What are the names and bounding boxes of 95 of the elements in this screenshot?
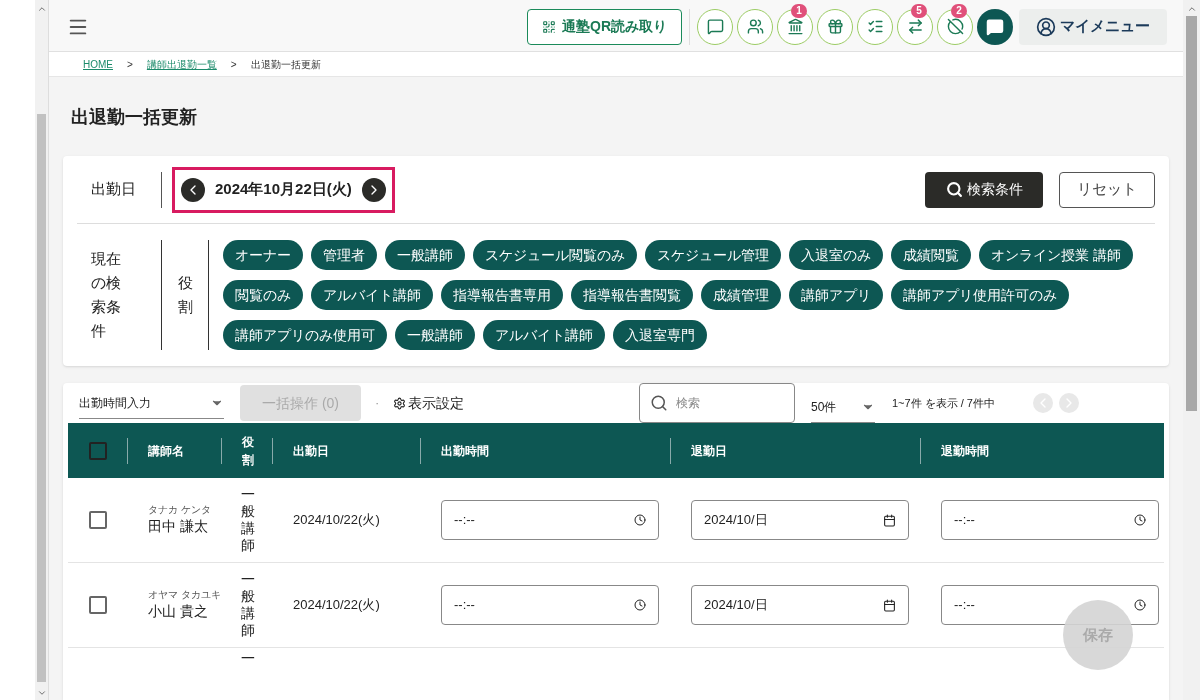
icon-button[interactable] <box>737 8 773 45</box>
notification-badge: 1 <box>791 3 807 18</box>
next-day-icon[interactable] <box>361 177 386 202</box>
teacher-name: 田中 謙太 <box>148 516 209 536</box>
page-title: 出退勤一括更新 <box>71 106 198 129</box>
qr-code-icon <box>542 19 556 34</box>
role-text: 一般講師 <box>240 486 255 554</box>
breadcrumb-text: > <box>230 57 237 72</box>
calendar-icon <box>883 513 896 527</box>
role-tag: 閲覧のみ <box>223 280 303 310</box>
search-conditions-button[interactable]: 検索条件 <box>925 171 1043 208</box>
checklist-icon <box>866 18 884 35</box>
clock-icon <box>1134 599 1146 611</box>
role-tag: 入退室のみ <box>789 240 883 270</box>
role-text: 一般講師 <box>240 571 255 639</box>
role-tag: 一般講師 <box>395 320 475 350</box>
search-icon <box>650 394 668 412</box>
search-field[interactable]: 検索 <box>639 383 795 423</box>
clock-out-date-field[interactable]: 2024/10/日 <box>691 585 909 625</box>
building-icon <box>786 18 804 35</box>
breadcrumb-link[interactable]: HOME <box>83 56 113 72</box>
row-checkbox[interactable] <box>89 596 107 614</box>
name-reading: タナカ ケンタ <box>148 503 212 516</box>
search-icon <box>945 181 963 198</box>
clock-in-time-field[interactable]: --:-- <box>441 585 659 625</box>
breadcrumb-text: > <box>127 57 133 72</box>
notification-badge: 2 <box>951 3 967 18</box>
clock-icon <box>634 514 646 526</box>
role-tag: 指導報告書閲覧 <box>571 280 693 310</box>
role-tag: アルバイト講師 <box>483 320 605 350</box>
settings-icon <box>393 396 407 410</box>
chat-icon <box>986 17 1004 36</box>
role-tag: 一般講師 <box>385 240 465 270</box>
crossed-circle-icon <box>946 18 964 35</box>
role-tag: アルバイト講師 <box>311 280 433 310</box>
select-all-checkbox[interactable] <box>88 441 107 460</box>
chat-button[interactable] <box>977 8 1013 45</box>
role-tag: オンライン授業 講師 <box>979 240 1133 270</box>
arrows-icon <box>906 18 924 35</box>
role-tag: 講師アプリ <box>789 280 883 310</box>
scroll-down-icon[interactable] <box>36 688 47 698</box>
table-header: 講師名 役割 出勤日 出勤時間 退勤日 退勤時間 <box>68 423 1164 478</box>
role-tag: 管理者 <box>311 240 377 270</box>
notification-badge: 5 <box>911 3 927 18</box>
column-header: 出勤日 <box>293 442 329 460</box>
clock-in-time-field[interactable]: --:-- <box>441 500 659 540</box>
role-tag: 指導報告書専用 <box>441 280 563 310</box>
mode-select[interactable]: 出勤時間入力 <box>79 387 224 419</box>
column-header: 講師名 <box>148 442 184 460</box>
display-settings-button[interactable]: 表示設定 <box>393 392 465 414</box>
role-tag: 成績管理 <box>701 280 781 310</box>
role-tag: 講師アプリのみ使用可 <box>223 320 387 350</box>
separator-dot: · <box>375 394 380 413</box>
role-tag: 講師アプリ使用許可のみ <box>891 280 1069 310</box>
role-tag: オーナー <box>223 240 303 270</box>
search-card: 出勤日 2024年10月22日(火) 検索条件 リセット 現在の検索条件 役割 オーナー 管理者 一般講師 スケジュール閲覧のみ スケジュール管理 入退室のみ 成績閲覧 オンライン授業 講師 閲覧のみ アルバイト講師 指導報告書専用 指導報告書閲覧 成績管理 講師アプリ 講師アプリ使用許可のみ 講師アプリのみ使用可 一般講師 アルバイト講師 入退室専門 <box>63 156 1169 366</box>
role-text: 一 <box>240 650 255 667</box>
attendance-date: 2024/10/22(火) <box>293 597 380 613</box>
breadcrumb-link[interactable]: 講師出退勤一覧 <box>146 56 217 72</box>
name-reading: オヤマ タカユキ <box>148 588 222 601</box>
role-tag: 成績閲覧 <box>891 240 971 270</box>
qr-scan-button[interactable]: 通塾QR読み取り <box>527 8 682 45</box>
date-label: 出勤日 <box>90 179 137 200</box>
teacher-name: 小山 貴之 <box>148 601 209 621</box>
breadcrumb-text: 出退勤一括更新 <box>250 57 321 72</box>
selected-date: 2024年10月22日(火) <box>215 179 352 200</box>
calendar-icon <box>883 598 896 612</box>
clock-icon <box>1134 514 1146 526</box>
column-header: 出勤時間 <box>441 442 489 460</box>
date-picker[interactable]: 2024年10月22日(火) <box>172 166 395 213</box>
column-header: 退勤時間 <box>941 442 989 460</box>
clock-out-time-field[interactable]: --:-- <box>941 500 1159 540</box>
people-icon <box>746 18 764 35</box>
previous-day-icon[interactable] <box>181 177 205 202</box>
my-menu-button[interactable]: マイメニュー <box>1019 8 1167 45</box>
reset-button[interactable]: リセット <box>1059 171 1155 208</box>
role-tag: スケジュール閲覧のみ <box>473 240 637 270</box>
role-label: 役割 <box>177 273 193 317</box>
column-header: 退勤日 <box>691 442 727 460</box>
role-tag: 入退室専門 <box>613 320 707 350</box>
attendance-date: 2024/10/22(火) <box>293 512 380 528</box>
speech-bubble-icon <box>706 18 724 35</box>
result-count: 1~7件 を表示 / 7件中 <box>892 395 995 411</box>
user-icon <box>1036 16 1056 37</box>
clock-icon <box>634 599 646 611</box>
icon-button[interactable] <box>857 8 893 45</box>
search-input[interactable]: 検索 <box>676 394 766 412</box>
role-tag: スケジュール管理 <box>645 240 781 270</box>
scroll-up-icon[interactable] <box>1186 4 1197 14</box>
scroll-up-icon[interactable] <box>36 4 47 14</box>
row-checkbox[interactable] <box>89 511 107 529</box>
icon-button[interactable] <box>697 8 733 45</box>
icon-button[interactable] <box>817 8 853 45</box>
gift-icon <box>826 18 844 35</box>
clock-out-date-field[interactable]: 2024/10/日 <box>691 500 909 540</box>
